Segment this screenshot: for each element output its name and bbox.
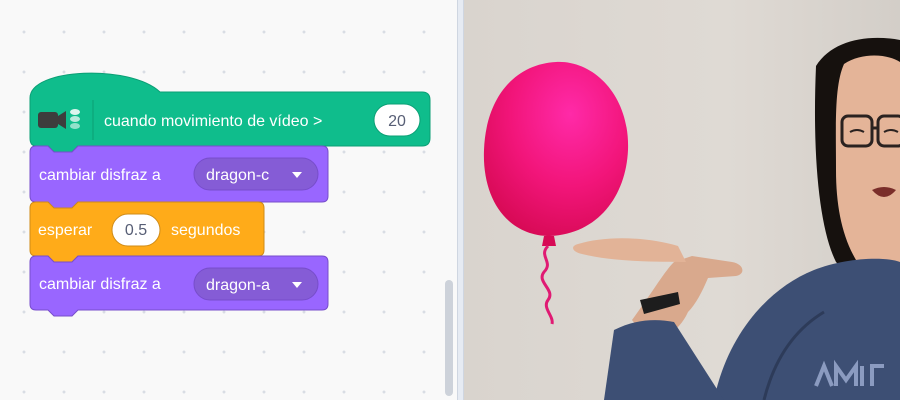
threshold-input[interactable]: 20 <box>373 103 421 137</box>
workspace-stage-divider <box>457 0 464 400</box>
workspace-scrollbar[interactable] <box>445 280 453 396</box>
script-stack: cuando movimiento de vídeo > 20 cambiar … <box>29 72 431 317</box>
wait-seconds-value: 0.5 <box>125 222 147 239</box>
seconds-label: segundos <box>171 222 240 239</box>
switch-costume-block-1[interactable]: cambiar disfraz a dragon-c <box>29 145 329 209</box>
costume-value-1: dragon-c <box>206 167 269 184</box>
costume-dropdown-1[interactable]: dragon-c <box>193 157 319 191</box>
switch-costume-label-2: cambiar disfraz a <box>39 276 161 293</box>
costume-dropdown-2[interactable]: dragon-a <box>193 267 319 301</box>
switch-costume-block-2[interactable]: cambiar disfraz a dragon-a <box>29 255 329 317</box>
costume-value-2: dragon-a <box>206 277 270 294</box>
code-workspace[interactable]: cuando movimiento de vídeo > 20 cambiar … <box>0 0 457 400</box>
switch-costume-label-1: cambiar disfraz a <box>39 167 161 184</box>
hat-label: cuando movimiento de vídeo > <box>104 113 322 130</box>
video-motion-hat-block[interactable]: cuando movimiento de vídeo > 20 <box>29 72 431 153</box>
wait-label: esperar <box>38 222 93 239</box>
wait-seconds-input[interactable]: 0.5 <box>111 213 161 247</box>
stage[interactable] <box>464 0 900 400</box>
wait-block[interactable]: esperar 0.5 segundos <box>29 201 265 263</box>
webcam-video-feed <box>464 0 900 400</box>
threshold-value: 20 <box>388 113 406 130</box>
